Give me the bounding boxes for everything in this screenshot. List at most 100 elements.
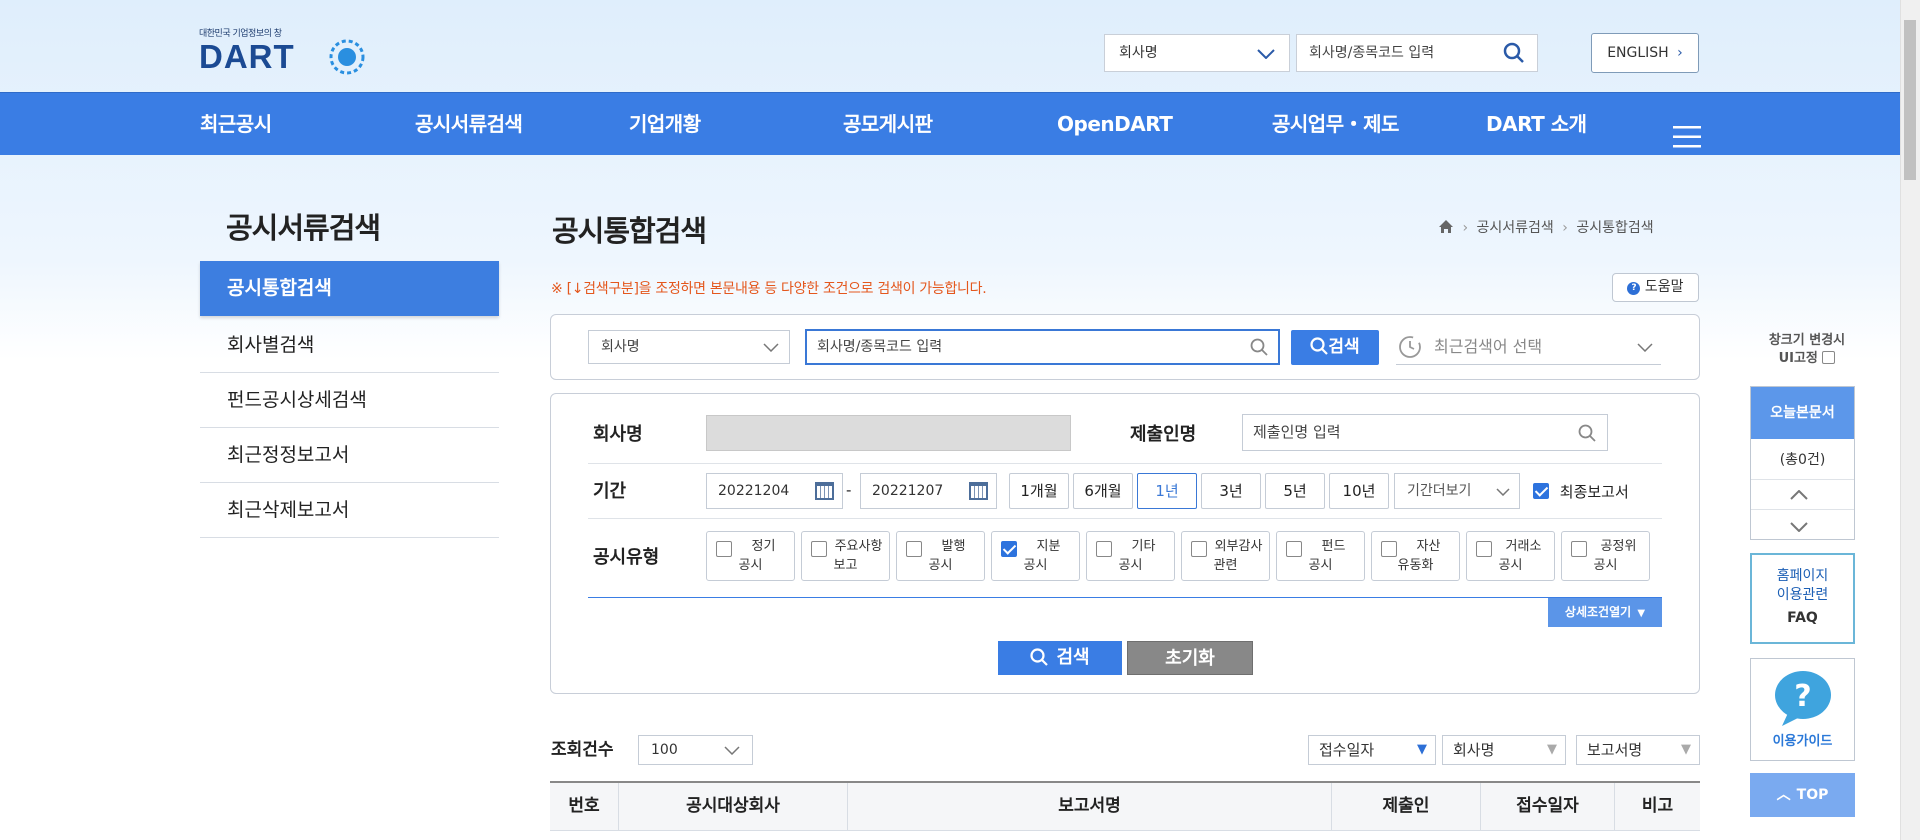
header-search-input[interactable]: 회사명/종목코드 입력 xyxy=(1296,34,1538,72)
breadcrumb-separator: › xyxy=(1562,220,1568,236)
period-1month-button[interactable]: 1개월 xyxy=(1009,473,1069,509)
nav-opendart[interactable]: OpenDART xyxy=(1057,93,1173,156)
period-1year-button[interactable]: 1년 xyxy=(1137,473,1197,509)
calendar-icon[interactable] xyxy=(815,482,834,500)
sidebar-item-recent-deletions[interactable]: 최근삭제보고서 xyxy=(200,483,499,538)
period-5year-button[interactable]: 5년 xyxy=(1265,473,1325,509)
company-name-label: 회사명 xyxy=(593,424,643,445)
type-line2: 공시 xyxy=(928,558,953,573)
search-input[interactable]: 회사명/종목코드 입력 xyxy=(805,329,1280,365)
nav-document-search[interactable]: 공시서류검색 xyxy=(415,93,523,156)
nav-dart-intro[interactable]: DART 소개 xyxy=(1486,93,1587,156)
sort-report-name[interactable]: 보고서명 ▼ xyxy=(1576,735,1700,765)
chevron-up-icon[interactable] xyxy=(1790,485,1808,504)
col-submitter: 제출인 xyxy=(1332,783,1481,831)
triangle-down-icon: ▼ xyxy=(1637,608,1646,619)
scrollbar-thumb[interactable] xyxy=(1904,20,1916,180)
type-regular[interactable]: 정기 공시 xyxy=(706,531,795,581)
type-external-audit[interactable]: 외부감사 관련 xyxy=(1181,531,1270,581)
home-icon[interactable] xyxy=(1438,219,1454,234)
search-icon[interactable] xyxy=(1503,42,1525,64)
sidebar-item-integrated-search[interactable]: 공시통합검색 xyxy=(200,261,499,316)
type-other[interactable]: 기타 공시 xyxy=(1086,531,1175,581)
type-line2: 공시 xyxy=(1498,558,1523,573)
period-10year-button[interactable]: 10년 xyxy=(1329,473,1389,509)
checkbox-icon[interactable] xyxy=(1096,541,1112,557)
dart-logo[interactable]: 대한민국 기업정보의 창 DART xyxy=(199,26,379,76)
final-report-checkbox[interactable]: 최종보고서 xyxy=(1533,481,1629,502)
nav-offering-board[interactable]: 공모게시판 xyxy=(843,93,933,156)
period-3year-button[interactable]: 3년 xyxy=(1201,473,1261,509)
today-viewed-header[interactable]: 오늘본문서 xyxy=(1751,387,1854,439)
result-count-select[interactable]: 100 xyxy=(638,735,753,765)
resize-ui-fix: 창크기 변경시 UI고정 xyxy=(1752,332,1862,368)
header-search-type-select[interactable]: 회사명 xyxy=(1104,34,1290,72)
faq-button[interactable]: 홈페이지 이용관련 FAQ xyxy=(1750,553,1855,644)
checkbox-checked-icon[interactable] xyxy=(1533,483,1549,499)
nav-recent-disclosure[interactable]: 최근공시 xyxy=(200,93,272,156)
sort-label: 접수일자 xyxy=(1319,741,1375,759)
checkbox-icon[interactable] xyxy=(906,541,922,557)
checkbox-icon[interactable] xyxy=(1191,541,1207,557)
nav-company-overview[interactable]: 기업개황 xyxy=(629,93,701,156)
checkbox-icon[interactable] xyxy=(1476,541,1492,557)
result-count-label: 조회건수 xyxy=(551,740,614,760)
user-guide-label[interactable]: 이용가이드 xyxy=(1750,730,1855,749)
more-conditions-button[interactable]: 상세조건열기 ▼ xyxy=(1548,598,1662,627)
results-table-header: 번호 공시대상회사 보고서명 제출인 접수일자 비고 xyxy=(550,781,1700,831)
breadcrumb-item[interactable]: 공시서류검색 xyxy=(1477,220,1554,236)
recent-search-placeholder: 최근검색어 선택 xyxy=(1434,337,1543,356)
type-line2: 공시 xyxy=(1308,558,1333,573)
checkbox-icon[interactable] xyxy=(1571,541,1587,557)
type-line1: 주요사항 xyxy=(834,539,883,554)
english-button[interactable]: ENGLISH › xyxy=(1591,33,1699,73)
svg-text:?: ? xyxy=(1794,679,1811,714)
sort-company-name[interactable]: 회사명 ▼ xyxy=(1442,735,1566,765)
recent-search-select[interactable]: 최근검색어 선택 xyxy=(1396,330,1661,365)
checkbox-icon[interactable] xyxy=(1381,541,1397,557)
col-receipt-date: 접수일자 xyxy=(1481,783,1615,831)
sidebar-item-recent-corrections[interactable]: 최근정정보고서 xyxy=(200,428,499,483)
type-major-matters[interactable]: 주요사항 보고 xyxy=(801,531,890,581)
submitter-input[interactable]: 제출인명 입력 xyxy=(1242,414,1608,451)
type-fund[interactable]: 펀드 공시 xyxy=(1276,531,1365,581)
date-from-input[interactable]: 20221204 xyxy=(706,473,843,509)
type-line2: 공시 xyxy=(1593,558,1618,573)
date-from-value: 20221204 xyxy=(718,483,790,499)
type-line1: 지분 xyxy=(1036,539,1061,554)
chevron-down-icon xyxy=(1257,49,1275,59)
chevron-down-icon xyxy=(1496,488,1510,496)
sidebar-item-fund-search[interactable]: 펀드공시상세검색 xyxy=(200,373,499,428)
checkbox-icon[interactable] xyxy=(716,541,732,557)
chevron-down-icon xyxy=(724,746,740,755)
reset-button[interactable]: 초기화 xyxy=(1127,641,1253,675)
menu-icon[interactable] xyxy=(1673,111,1701,148)
period-more-select[interactable]: 기간더보기 xyxy=(1394,473,1520,509)
more-conditions-label: 상세조건열기 xyxy=(1564,605,1632,619)
checkbox-checked-icon[interactable] xyxy=(1001,541,1017,557)
type-issuance[interactable]: 발행 공시 xyxy=(896,531,985,581)
chevron-down-icon[interactable] xyxy=(1790,517,1808,536)
help-button[interactable]: ? 도움말 xyxy=(1612,273,1699,302)
search-type-select[interactable]: 회사명 xyxy=(588,330,790,364)
faq-line2: 이용관련 xyxy=(1776,587,1829,603)
type-fair-trade[interactable]: 공정위 공시 xyxy=(1561,531,1650,581)
type-equity[interactable]: 지분 공시 xyxy=(991,531,1080,581)
sort-receipt-date[interactable]: 접수일자 ▼ xyxy=(1308,735,1436,765)
period-6month-button[interactable]: 6개월 xyxy=(1073,473,1133,509)
checkbox-icon[interactable] xyxy=(811,541,827,557)
date-to-input[interactable]: 20221207 xyxy=(860,473,997,509)
breadcrumb-item[interactable]: 공시통합검색 xyxy=(1576,220,1653,236)
type-exchange[interactable]: 거래소 공시 xyxy=(1466,531,1555,581)
type-asset-securitization[interactable]: 자산 유동화 xyxy=(1371,531,1460,581)
checkbox-icon[interactable] xyxy=(1286,541,1302,557)
nav-disclosure-system[interactable]: 공시업무・제도 xyxy=(1272,93,1399,156)
scroll-top-button[interactable]: ︿ TOP xyxy=(1750,773,1855,817)
calendar-icon[interactable] xyxy=(969,482,988,500)
sidebar-item-company-search[interactable]: 회사별검색 xyxy=(200,318,499,373)
checkbox-icon[interactable] xyxy=(1822,351,1836,364)
type-line2: 공시 xyxy=(1118,558,1143,573)
sort-label: 회사명 xyxy=(1453,741,1495,759)
search-button[interactable]: 검색 xyxy=(1291,330,1379,365)
detail-search-button[interactable]: 검색 xyxy=(998,641,1122,675)
